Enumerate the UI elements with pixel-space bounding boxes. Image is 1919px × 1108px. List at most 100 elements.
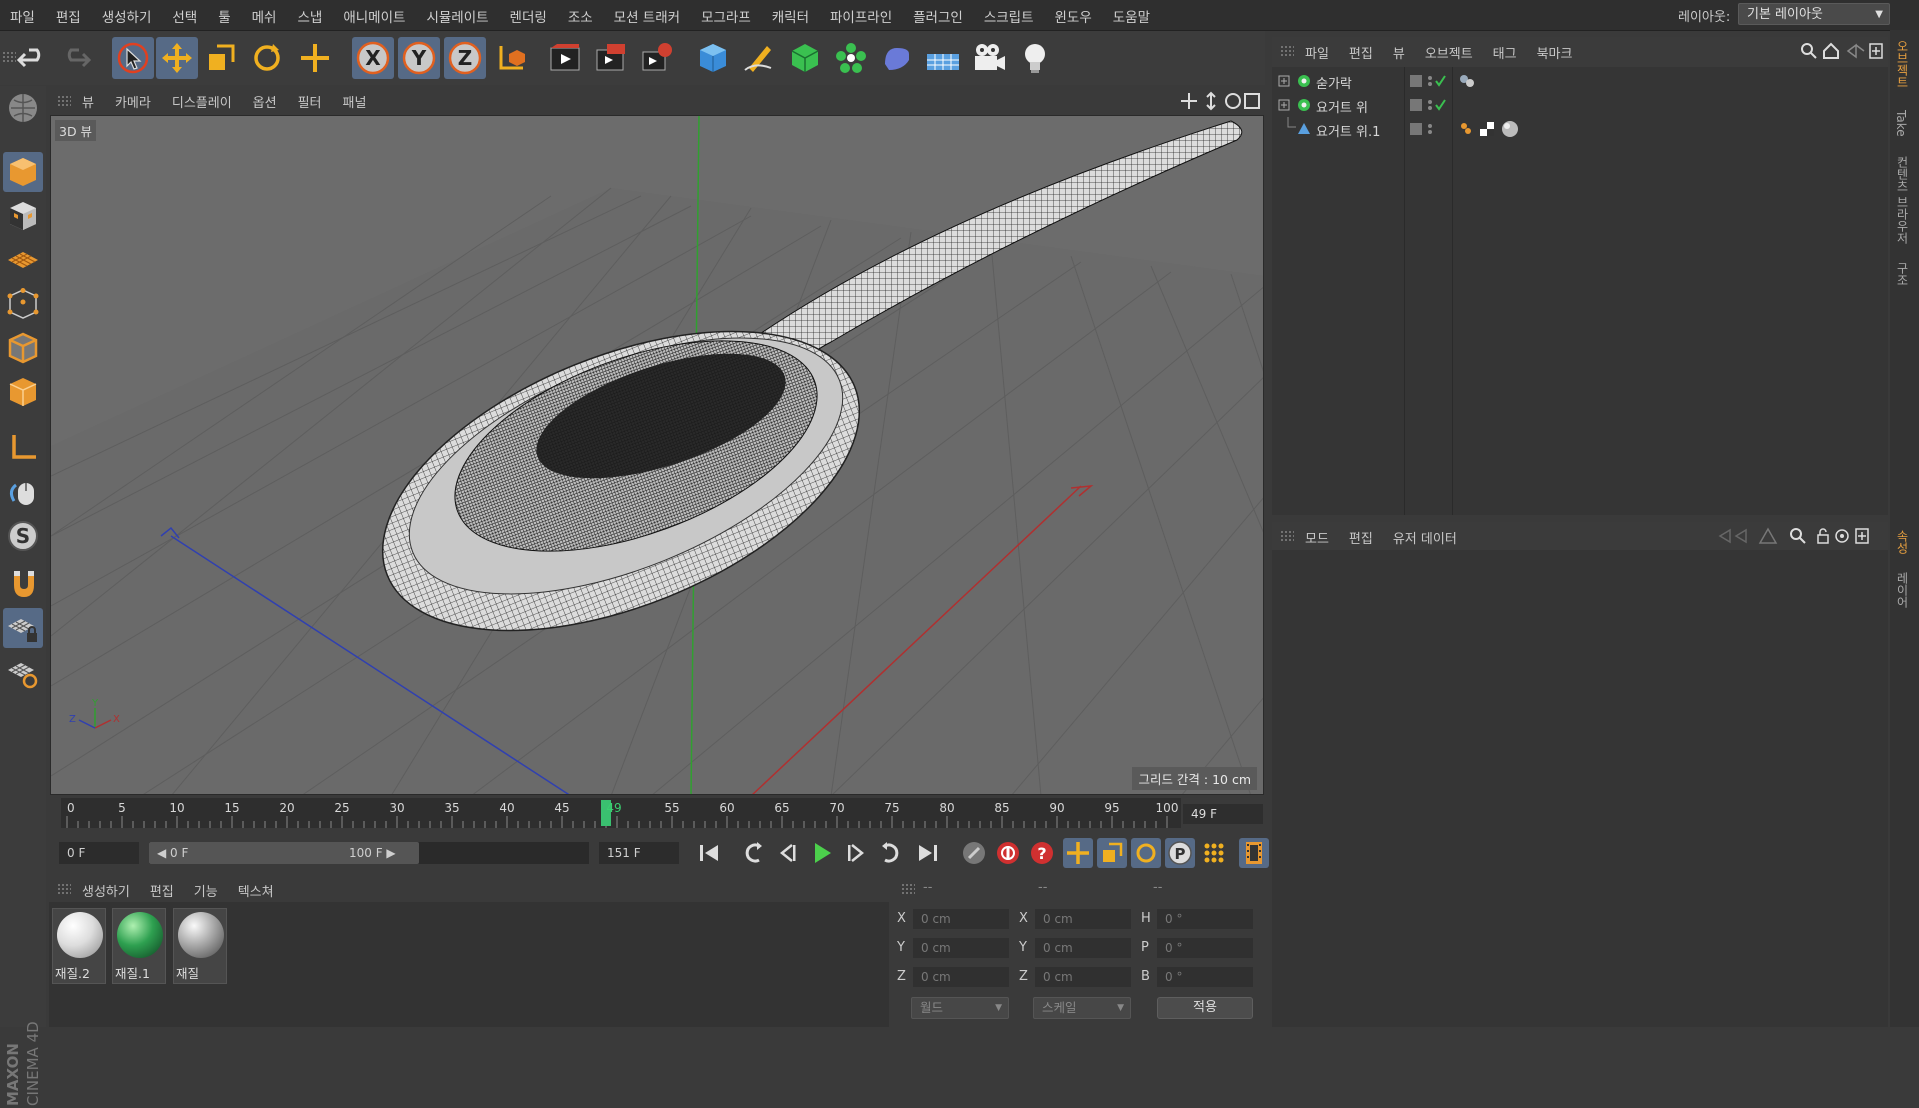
viewport-grip[interactable] bbox=[57, 95, 71, 107]
edges-mode-button[interactable] bbox=[3, 328, 43, 368]
subdivision-surface-button[interactable] bbox=[784, 37, 826, 79]
axis-mode-button[interactable] bbox=[3, 428, 43, 468]
menu-render[interactable]: 렌더링 bbox=[510, 6, 547, 26]
tab-structure[interactable]: 구조 bbox=[1894, 262, 1911, 286]
viewport-menu-display[interactable]: 디스플레이 bbox=[172, 92, 232, 111]
record-active-objects-button[interactable] bbox=[959, 838, 989, 868]
keyframe-selection-button[interactable]: ? bbox=[1027, 838, 1057, 868]
cube-button[interactable] bbox=[692, 37, 734, 79]
move-button[interactable] bbox=[156, 37, 198, 79]
last-tool-button[interactable] bbox=[294, 37, 336, 79]
pen-button[interactable] bbox=[738, 37, 780, 79]
viewport-menu-panel[interactable]: 패널 bbox=[343, 92, 367, 111]
viewport-menu-cameras[interactable]: 카메라 bbox=[115, 92, 151, 111]
size-y-field[interactable]: 0 cm bbox=[1035, 938, 1131, 958]
coords-grip[interactable] bbox=[901, 883, 915, 895]
expand-icon[interactable] bbox=[1278, 75, 1290, 87]
rot-h-field[interactable]: 0 ° bbox=[1157, 909, 1253, 929]
menu-help[interactable]: 도움말 bbox=[1113, 6, 1150, 26]
go-to-previous-key-button[interactable] bbox=[739, 838, 769, 868]
menu-simulate[interactable]: 시뮬레이트 bbox=[426, 6, 488, 26]
record-parameter-button[interactable]: P bbox=[1165, 838, 1195, 868]
light-button[interactable] bbox=[1014, 37, 1056, 79]
menu-motion-tracker[interactable]: 모션 트래커 bbox=[614, 6, 680, 26]
render-view-button[interactable] bbox=[544, 37, 586, 79]
object-row-spoon[interactable]: 숟가락 bbox=[1272, 69, 1888, 93]
menu-edit[interactable]: 편집 bbox=[56, 6, 81, 26]
size-x-field[interactable]: 0 cm bbox=[1035, 909, 1131, 929]
solo-button[interactable]: S bbox=[3, 516, 43, 556]
object-menu-edit[interactable]: 편집 bbox=[1349, 43, 1373, 62]
viewport-menu-options[interactable]: 옵션 bbox=[253, 92, 277, 111]
material-menu-function[interactable]: 기능 bbox=[194, 881, 218, 900]
coordinate-mode-select[interactable]: 월드 ▼ bbox=[911, 997, 1009, 1019]
z-axis-button[interactable]: Z bbox=[444, 37, 486, 79]
go-to-end-button[interactable] bbox=[913, 838, 943, 868]
current-frame-field[interactable]: 49 F bbox=[1183, 804, 1263, 824]
camera-button[interactable] bbox=[968, 37, 1010, 79]
material-menu-texture[interactable]: 텍스쳐 bbox=[238, 881, 274, 900]
planar-workplane-button[interactable] bbox=[3, 652, 43, 692]
menu-script[interactable]: 스크립트 bbox=[984, 6, 1034, 26]
material-menu-create[interactable]: 생성하기 bbox=[82, 881, 130, 900]
tweak-mode-button[interactable] bbox=[3, 472, 43, 512]
object-menu-tags[interactable]: 태그 bbox=[1493, 43, 1517, 62]
play-button[interactable] bbox=[807, 838, 837, 868]
object-menu-bookmarks[interactable]: 북마크 bbox=[1537, 43, 1573, 62]
menu-create[interactable]: 생성하기 bbox=[102, 6, 152, 26]
workplane-mode-button[interactable] bbox=[3, 240, 43, 280]
tab-attributes[interactable]: 속성 bbox=[1894, 530, 1911, 554]
undo-button[interactable] bbox=[12, 37, 54, 79]
attribute-menu-mode[interactable]: 모드 bbox=[1305, 528, 1329, 547]
go-to-start-button[interactable] bbox=[694, 838, 724, 868]
tab-take[interactable]: Take bbox=[1894, 110, 1908, 137]
rotate-button[interactable] bbox=[246, 37, 288, 79]
timeline-ticks[interactable]: 0 5 10 15 20 25 30 35 40 45 49 55 60 65 70 75 80 85 90 95 10… bbox=[61, 798, 1181, 828]
menu-animate[interactable]: 애니메이트 bbox=[343, 6, 405, 26]
y-axis-button[interactable]: Y bbox=[398, 37, 440, 79]
layout-select[interactable]: 기본 레이아웃 ▼ bbox=[1738, 3, 1890, 25]
record-point-level-button[interactable] bbox=[1199, 838, 1229, 868]
rot-p-field[interactable]: 0 ° bbox=[1157, 938, 1253, 958]
preview-start-field[interactable]: 0 F bbox=[59, 842, 139, 864]
record-position-button[interactable] bbox=[1063, 838, 1093, 868]
lock-workplane-button[interactable] bbox=[3, 608, 43, 648]
menu-sculpt[interactable]: 조소 bbox=[568, 6, 593, 26]
menu-mograph[interactable]: 모그라프 bbox=[701, 6, 751, 26]
material-item[interactable]: 재질.2 bbox=[52, 908, 106, 984]
menu-mesh[interactable]: 메쉬 bbox=[252, 6, 277, 26]
redo-button[interactable] bbox=[54, 37, 96, 79]
menu-select[interactable]: 선택 bbox=[172, 6, 197, 26]
record-scale-button[interactable] bbox=[1097, 838, 1127, 868]
viewport-nav-icons[interactable] bbox=[1181, 91, 1261, 111]
array-button[interactable] bbox=[830, 37, 872, 79]
expand-icon[interactable] bbox=[1278, 99, 1290, 111]
menu-snap[interactable]: 스냅 bbox=[297, 6, 322, 26]
record-rotation-button[interactable] bbox=[1131, 838, 1161, 868]
timeline-button[interactable] bbox=[1239, 838, 1269, 868]
material-grip[interactable] bbox=[57, 883, 71, 895]
pos-y-field[interactable]: 0 cm bbox=[913, 938, 1009, 958]
preview-end-field[interactable]: 151 F bbox=[599, 842, 679, 864]
attribute-menu-edit[interactable]: 편집 bbox=[1349, 528, 1373, 547]
live-select-button[interactable] bbox=[112, 37, 154, 79]
go-to-previous-frame-button[interactable] bbox=[773, 838, 803, 868]
points-mode-button[interactable] bbox=[3, 284, 43, 324]
pos-z-field[interactable]: 0 cm bbox=[913, 967, 1009, 987]
timeline-ruler[interactable]: 0 5 10 15 20 25 30 35 40 45 49 55 60 65 70 75 80 85 90 95 10… bbox=[49, 798, 1265, 828]
menu-pipeline[interactable]: 파이프라인 bbox=[830, 6, 892, 26]
size-mode-select[interactable]: 스케일 ▼ bbox=[1033, 997, 1131, 1019]
visibility-toggles[interactable] bbox=[1408, 73, 1448, 89]
size-z-field[interactable]: 0 cm bbox=[1035, 967, 1131, 987]
polygons-mode-button[interactable] bbox=[3, 372, 43, 412]
tab-content-browser[interactable]: 컨텐츠 브라우저 bbox=[1894, 156, 1911, 244]
tab-objects[interactable]: 오브젝트 bbox=[1894, 40, 1911, 88]
object-grip[interactable] bbox=[1280, 45, 1294, 57]
texture-mode-button[interactable] bbox=[3, 196, 43, 236]
visibility-toggles[interactable] bbox=[1408, 121, 1448, 137]
floor-button[interactable] bbox=[922, 37, 964, 79]
viewport-3d[interactable]: Y X Z 3D 뷰 그리드 간격 : 10 cm bbox=[50, 115, 1264, 795]
render-picture-viewer-button[interactable] bbox=[590, 37, 632, 79]
pos-x-field[interactable]: 0 cm bbox=[913, 909, 1009, 929]
object-tags[interactable] bbox=[1458, 119, 1528, 139]
